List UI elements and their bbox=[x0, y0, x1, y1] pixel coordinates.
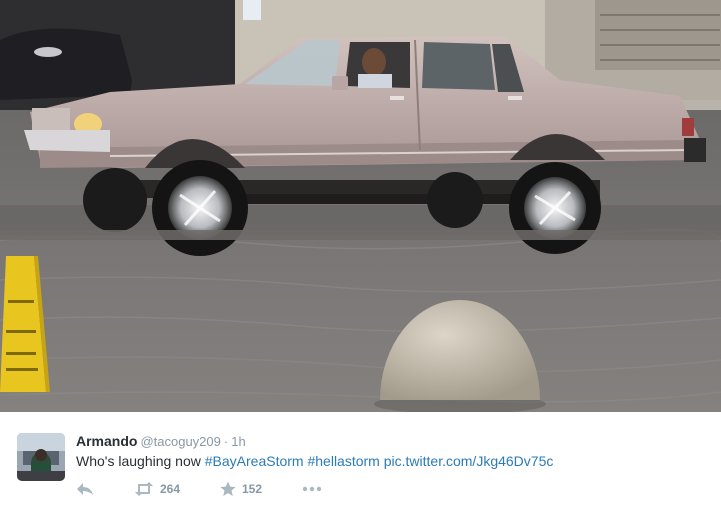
reply-button[interactable] bbox=[76, 479, 94, 499]
media-link[interactable]: pic.twitter.com/Jkg46Dv75c bbox=[384, 453, 554, 469]
profile-picture-icon bbox=[17, 433, 65, 481]
tweet-text-plain: Who's laughing now bbox=[76, 453, 205, 469]
hashtag-hellastorm[interactable]: #hellastorm bbox=[307, 453, 379, 469]
avatar[interactable] bbox=[17, 433, 65, 481]
more-dots-icon bbox=[302, 486, 322, 492]
favorite-count: 152 bbox=[242, 482, 263, 496]
tweet-text: Who's laughing now #BayAreaStorm #hellas… bbox=[76, 451, 553, 471]
flooded-street-image bbox=[0, 0, 721, 412]
separator: · bbox=[223, 434, 229, 449]
reply-icon bbox=[77, 483, 93, 495]
tweet-actions: 264 152 bbox=[76, 479, 336, 499]
retweet-count: 264 bbox=[160, 482, 181, 496]
more-button[interactable] bbox=[302, 479, 322, 499]
tweet-photo[interactable] bbox=[0, 0, 721, 412]
tweet-card: Armando @tacoguy209 · 1h Who's laughing now… bbox=[0, 412, 721, 512]
retweet-icon bbox=[135, 482, 153, 496]
display-name[interactable]: Armando bbox=[76, 433, 137, 449]
retweet-button[interactable]: 264 bbox=[134, 479, 180, 499]
star-icon bbox=[220, 481, 236, 496]
screen-name[interactable]: @tacoguy209 bbox=[140, 434, 220, 449]
hashtag-bayareastorm[interactable]: #BayAreaStorm bbox=[205, 453, 304, 469]
favorite-button[interactable]: 152 bbox=[220, 479, 262, 499]
tweet-header: Armando @tacoguy209 · 1h bbox=[76, 432, 246, 451]
timestamp[interactable]: 1h bbox=[231, 434, 245, 449]
